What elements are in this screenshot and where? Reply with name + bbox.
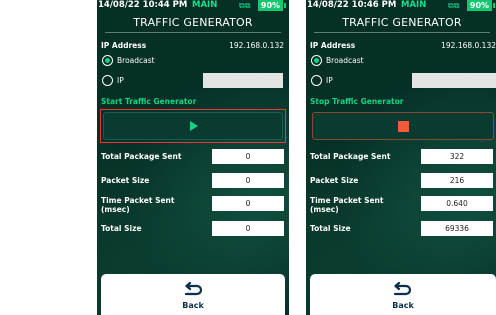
page-title: TRAFFIC GENERATOR	[342, 16, 462, 29]
title-divider	[314, 32, 490, 33]
time-packet-sent-label: Time Packet Sent (msec)	[101, 196, 175, 214]
device-icon: ⧉⧉	[448, 1, 460, 10]
ip-radio[interactable]	[102, 75, 113, 86]
ip-radio[interactable]	[311, 75, 322, 86]
traffic-generator-screen-stop: 14/08/22 10:46 PM MAIN ⧉⧉ 90% TRAFFIC GE…	[306, 0, 496, 315]
section-start-traffic: Start Traffic Generator	[101, 97, 197, 106]
battery-tip	[493, 3, 495, 8]
stop-icon	[398, 121, 409, 132]
broadcast-radio-label: Broadcast	[117, 56, 155, 65]
back-arrow-icon	[393, 282, 412, 296]
battery-tip	[284, 3, 286, 8]
page-title: TRAFFIC GENERATOR	[133, 16, 253, 29]
time-packet-sent-value: 0.640	[421, 196, 493, 211]
back-label: Back	[182, 301, 204, 310]
play-icon	[190, 121, 198, 131]
back-arrow-icon	[184, 282, 203, 296]
total-size-value: 0	[212, 221, 284, 236]
ip-radio-label: IP	[326, 76, 333, 85]
time-packet-sent-value: 0	[212, 196, 284, 211]
title-divider	[105, 32, 281, 33]
back-label: Back	[392, 301, 414, 310]
total-size-value: 69336	[421, 221, 493, 236]
start-traffic-button[interactable]	[103, 112, 283, 140]
ip-input[interactable]	[412, 73, 496, 88]
status-mode: MAIN	[401, 0, 427, 10]
total-size-label: Total Size	[310, 224, 351, 233]
status-time: 14/08/22 10:46 PM	[307, 0, 397, 10]
status-bar: 14/08/22 10:44 PM MAIN ⧉⧉ 90%	[97, 0, 289, 11]
broadcast-radio-label: Broadcast	[326, 56, 364, 65]
ip-input[interactable]	[203, 73, 283, 88]
back-button[interactable]: Back	[310, 274, 496, 315]
battery-icon: 90%	[467, 0, 492, 11]
device-icon: ⧉⧉	[239, 1, 251, 10]
total-package-sent-label: Total Package Sent	[101, 152, 182, 161]
back-button[interactable]: Back	[101, 274, 285, 315]
time-packet-sent-label: Time Packet Sent (msec)	[310, 196, 384, 214]
ip-address-value: 192.168.0.132	[229, 41, 284, 50]
section-stop-traffic: Stop Traffic Generator	[310, 97, 404, 106]
ip-radio-label: IP	[117, 76, 124, 85]
ip-address-label: IP Address	[101, 41, 147, 50]
status-time: 14/08/22 10:44 PM	[98, 0, 188, 10]
battery-icon: 90%	[258, 0, 283, 11]
ip-address-label: IP Address	[310, 41, 356, 50]
status-bar: 14/08/22 10:46 PM MAIN ⧉⧉ 90%	[306, 0, 496, 11]
total-package-sent-label: Total Package Sent	[310, 152, 391, 161]
status-mode: MAIN	[192, 0, 218, 10]
packet-size-label: Packet Size	[310, 176, 359, 185]
broadcast-radio[interactable]	[311, 55, 322, 66]
total-package-sent-value: 0	[212, 149, 284, 164]
ip-address-value: 192.168.0.132	[441, 41, 496, 50]
stop-traffic-button[interactable]	[312, 112, 494, 140]
total-package-sent-value: 322	[421, 149, 493, 164]
total-size-label: Total Size	[101, 224, 142, 233]
packet-size-value: 216	[421, 173, 493, 188]
packet-size-value: 0	[212, 173, 284, 188]
packet-size-label: Packet Size	[101, 176, 150, 185]
traffic-generator-screen-start: 14/08/22 10:44 PM MAIN ⧉⧉ 90% TRAFFIC GE…	[97, 0, 289, 315]
broadcast-radio[interactable]	[102, 55, 113, 66]
